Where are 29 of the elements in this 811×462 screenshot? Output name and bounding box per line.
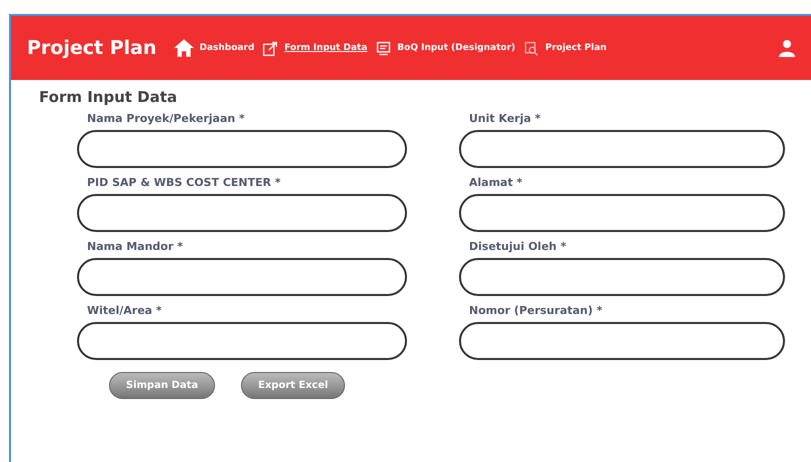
home-icon [172, 37, 194, 59]
action-button[interactable]: Simpan Data [109, 372, 216, 399]
input-field[interactable] [77, 322, 407, 360]
input-field[interactable] [77, 194, 407, 232]
nav-link[interactable]: Dashboard [172, 37, 254, 59]
field-label: Nama Mandor * [87, 240, 184, 253]
field-label: Witel/Area * [87, 304, 163, 317]
field-label: PID SAP & WBS COST CENTER * [87, 176, 282, 189]
nav-link[interactable]: Project Plan [523, 40, 607, 56]
field-label: Alamat * [469, 176, 524, 189]
nav-link[interactable]: Form Input Data [262, 40, 368, 56]
input-field[interactable] [459, 258, 785, 296]
edit-icon [262, 40, 280, 56]
field-label: Disetujui Oleh * [469, 240, 568, 253]
action-button[interactable]: Export Excel [241, 372, 346, 399]
nav-link[interactable]: BoQ Input (Designator) [375, 40, 516, 56]
brand-title: Project Plan [27, 37, 156, 59]
input-field[interactable] [459, 130, 785, 168]
field-label: Nomor (Persuratan) * [469, 304, 604, 317]
input-field[interactable] [77, 130, 407, 168]
field-label: Unit Kerja * [469, 112, 542, 125]
input-field[interactable] [77, 258, 407, 296]
input-field[interactable] [459, 194, 785, 232]
form-title: Form Input Data [39, 88, 178, 106]
user-icon[interactable] [777, 38, 797, 58]
input-field[interactable] [459, 322, 785, 360]
field-label: Nama Proyek/Pekerjaan * [87, 112, 246, 125]
search-icon [523, 40, 540, 56]
monitor-icon [375, 40, 392, 56]
